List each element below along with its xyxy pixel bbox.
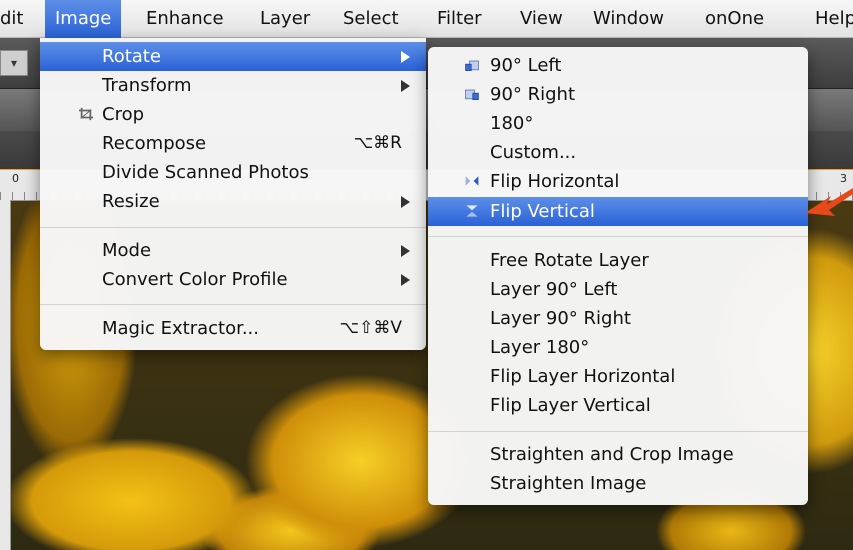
menu-separator xyxy=(40,304,426,305)
submenu-arrow-icon xyxy=(401,196,410,208)
menu-item-label: Divide Scanned Photos xyxy=(102,162,309,183)
menu-item-label: Flip Horizontal xyxy=(490,171,620,192)
menu-item-flip-layer-vertical[interactable]: Flip Layer Vertical xyxy=(428,391,808,420)
menu-item-mode[interactable]: Mode xyxy=(40,236,426,265)
menu-item-label: Recompose xyxy=(102,133,207,154)
menu-item-180[interactable]: 180° xyxy=(428,109,808,138)
menu-item-label: Free Rotate Layer xyxy=(490,250,649,271)
rotate-right-icon xyxy=(465,89,479,100)
menu-item-label: Custom... xyxy=(490,142,577,163)
menu-item-label: Resize xyxy=(102,191,160,212)
menu-item-label: Straighten Image xyxy=(490,473,647,494)
menu-item-label: Convert Color Profile xyxy=(102,269,288,290)
submenu-arrow-icon xyxy=(401,274,410,286)
rotate-left-icon xyxy=(465,60,479,71)
menu-item-custom[interactable]: Custom... xyxy=(428,138,808,167)
ruler-number: 0 xyxy=(12,172,19,185)
menu-item-transform[interactable]: Transform xyxy=(40,71,426,100)
submenu-arrow-icon xyxy=(401,80,410,92)
menu-window[interactable]: Window xyxy=(593,0,664,38)
menu-item-magic-extractor[interactable]: Magic Extractor... ⌥⇧⌘V xyxy=(40,314,426,343)
menu-item-flip-vertical[interactable]: Flip Vertical xyxy=(428,197,808,226)
menu-item-label: Layer 180° xyxy=(490,337,590,358)
image-menu: Rotate Transform Crop Recompose ⌥⌘R Divi… xyxy=(40,38,426,350)
menu-item-label: Straighten and Crop Image xyxy=(490,444,734,465)
menu-edit[interactable]: dit xyxy=(0,0,23,38)
menu-item-label: Layer 90° Right xyxy=(490,308,631,329)
menu-item-flip-horizontal[interactable]: Flip Horizontal xyxy=(428,167,808,196)
menu-item-label: Layer 90° Left xyxy=(490,279,618,300)
menu-bar: dit Image Enhance Layer Select Filter Vi… xyxy=(0,0,853,38)
menu-separator xyxy=(428,431,808,432)
menu-item-flip-layer-horizontal[interactable]: Flip Layer Horizontal xyxy=(428,362,808,391)
vertical-ruler xyxy=(0,200,11,550)
menu-item-divide-scanned-photos[interactable]: Divide Scanned Photos xyxy=(40,158,426,187)
menu-item-label: Flip Layer Vertical xyxy=(490,395,651,416)
menu-item-90-right[interactable]: 90° Right xyxy=(428,80,808,109)
menu-item-straighten-image[interactable]: Straighten Image xyxy=(428,469,808,498)
submenu-arrow-icon xyxy=(401,51,410,63)
flip-horizontal-icon xyxy=(465,176,479,186)
menu-image[interactable]: Image xyxy=(45,0,122,38)
menu-item-layer-90-left[interactable]: Layer 90° Left xyxy=(428,275,808,304)
menu-item-label: 180° xyxy=(490,113,534,134)
submenu-arrow-icon xyxy=(401,245,410,257)
menu-item-layer-90-right[interactable]: Layer 90° Right xyxy=(428,304,808,333)
red-arrow-icon xyxy=(805,188,853,216)
menu-item-label: Flip Vertical xyxy=(490,201,595,222)
menu-item-rotate[interactable]: Rotate xyxy=(40,42,426,71)
shortcut-label: ⌥⇧⌘V xyxy=(339,318,402,338)
menu-onone[interactable]: onOne xyxy=(705,0,764,38)
menu-layer[interactable]: Layer xyxy=(260,0,310,38)
menu-item-resize[interactable]: Resize xyxy=(40,187,426,216)
menu-item-label: Magic Extractor... xyxy=(102,318,259,339)
menu-item-layer-180[interactable]: Layer 180° xyxy=(428,333,808,362)
menu-item-label: Transform xyxy=(102,75,192,96)
rotate-submenu: 90° Left 90° Right 180° Custom... Flip H… xyxy=(428,47,808,505)
menu-separator xyxy=(428,236,808,237)
tool-dropdown[interactable]: ▾ xyxy=(0,50,28,76)
menu-item-label: 90° Right xyxy=(490,84,576,105)
shortcut-label: ⌥⌘R xyxy=(353,133,402,153)
menu-item-convert-color-profile[interactable]: Convert Color Profile xyxy=(40,265,426,294)
menu-item-recompose[interactable]: Recompose ⌥⌘R xyxy=(40,129,426,158)
menu-item-label: Rotate xyxy=(102,46,161,67)
menu-filter[interactable]: Filter xyxy=(437,0,482,38)
menu-item-label: 90° Left xyxy=(490,55,562,76)
crop-icon xyxy=(79,107,93,121)
menu-item-label: Flip Layer Horizontal xyxy=(490,366,676,387)
menu-help[interactable]: Help xyxy=(815,0,853,38)
menu-enhance[interactable]: Enhance xyxy=(146,0,224,38)
flip-vertical-icon xyxy=(466,205,478,217)
menu-separator xyxy=(40,227,426,228)
menu-item-straighten-and-crop-image[interactable]: Straighten and Crop Image xyxy=(428,440,808,469)
menu-item-label: Mode xyxy=(102,240,152,261)
menu-view[interactable]: View xyxy=(520,0,563,38)
menu-item-crop[interactable]: Crop xyxy=(40,100,426,129)
menu-item-90-left[interactable]: 90° Left xyxy=(428,51,808,80)
menu-select[interactable]: Select xyxy=(343,0,399,38)
menu-item-label: Crop xyxy=(102,104,145,125)
menu-item-free-rotate-layer[interactable]: Free Rotate Layer xyxy=(428,246,808,275)
